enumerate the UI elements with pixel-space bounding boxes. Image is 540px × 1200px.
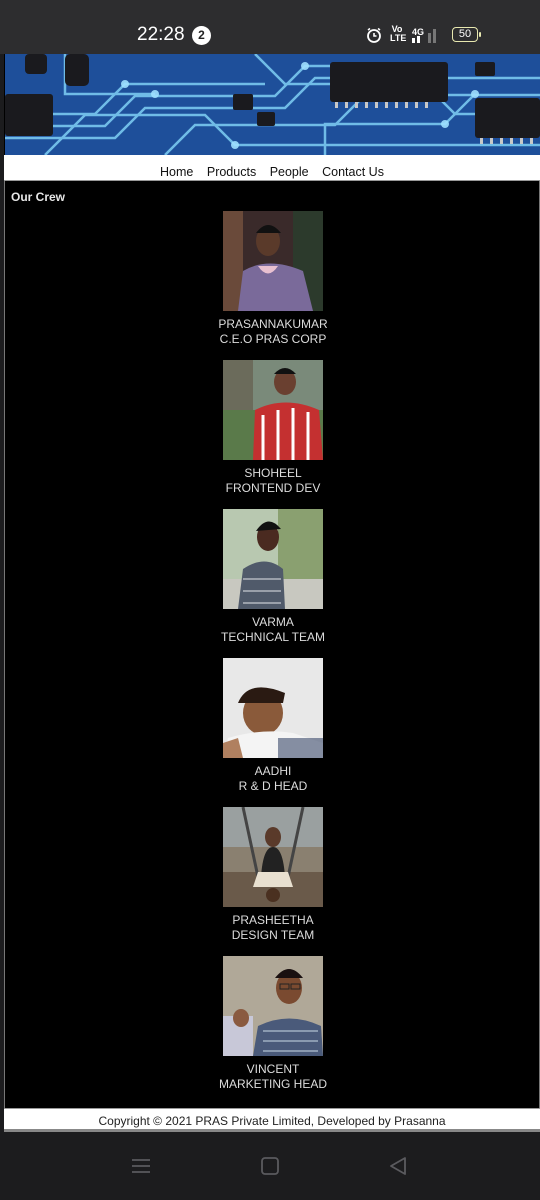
member-photo — [223, 956, 323, 1056]
member-photo — [223, 509, 323, 609]
member-name: VARMA — [252, 615, 294, 629]
member-name: AADHI — [254, 764, 292, 778]
crew-section: Our Crew PRASANNAKUMAR C.E.O PRAS CORP S… — [4, 181, 540, 1108]
member-name: VINCENT — [246, 1062, 300, 1076]
member-name: PRASHEETHA — [232, 913, 314, 927]
member-role: R & D HEAD — [238, 779, 308, 793]
web-page: Home Products People Contact Us Our Crew… — [4, 54, 540, 1132]
crew-member-card: SHOHEEL FRONTEND DEV — [5, 360, 540, 500]
system-nav-bar — [0, 1132, 540, 1200]
crew-member-card: VINCENT MARKETING HEAD — [5, 956, 540, 1096]
battery-icon: 50 — [452, 27, 481, 42]
member-photo — [223, 807, 323, 907]
svg-text:4G: 4G — [412, 27, 424, 37]
crew-member-card: VARMA TECHNICAL TEAM — [5, 509, 540, 649]
member-photo — [223, 658, 323, 758]
circuit-board-graphic — [5, 54, 540, 155]
crew-member-card: PRASHEETHA DESIGN TEAM — [5, 807, 540, 947]
circuit-banner-image — [5, 54, 540, 155]
crew-heading: Our Crew — [11, 190, 66, 204]
menu-icon[interactable] — [131, 1156, 151, 1176]
member-role: MARKETING HEAD — [218, 1077, 327, 1091]
crew-member-card: AADHI R & D HEAD — [5, 658, 540, 798]
member-role: TECHNICAL TEAM — [220, 630, 325, 644]
volte-icon: Vo LTE — [390, 24, 407, 43]
member-name: PRASANNAKUMAR — [218, 317, 328, 331]
member-role: FRONTEND DEV — [225, 481, 321, 495]
page-footer: Copyright © 2021 PRAS Private Limited, D… — [4, 1108, 540, 1132]
member-name: SHOHEEL — [244, 466, 302, 480]
home-square-icon[interactable] — [260, 1156, 280, 1176]
member-photo — [223, 211, 323, 311]
back-triangle-icon[interactable] — [388, 1156, 408, 1176]
nav-link-products[interactable]: Products — [207, 155, 256, 179]
nav-link-people[interactable]: People — [270, 155, 309, 179]
notification-badge: 2 — [192, 26, 211, 45]
nav-link-contact-us[interactable]: Contact Us — [322, 155, 384, 179]
status-time: 22:28 — [137, 24, 185, 45]
alarm-icon — [367, 27, 381, 43]
status-bar: 22:28 2 Vo LTE 4G 50 — [0, 0, 540, 54]
member-photo — [223, 360, 323, 460]
member-role: DESIGN TEAM — [231, 928, 315, 942]
nav-link-home[interactable]: Home — [160, 155, 193, 179]
crew-member-card: PRASANNAKUMAR C.E.O PRAS CORP — [5, 211, 540, 351]
signal-4g-icon: 4G — [412, 27, 436, 43]
member-role: C.E.O PRAS CORP — [219, 332, 327, 346]
main-nav: Home Products People Contact Us — [4, 155, 540, 181]
